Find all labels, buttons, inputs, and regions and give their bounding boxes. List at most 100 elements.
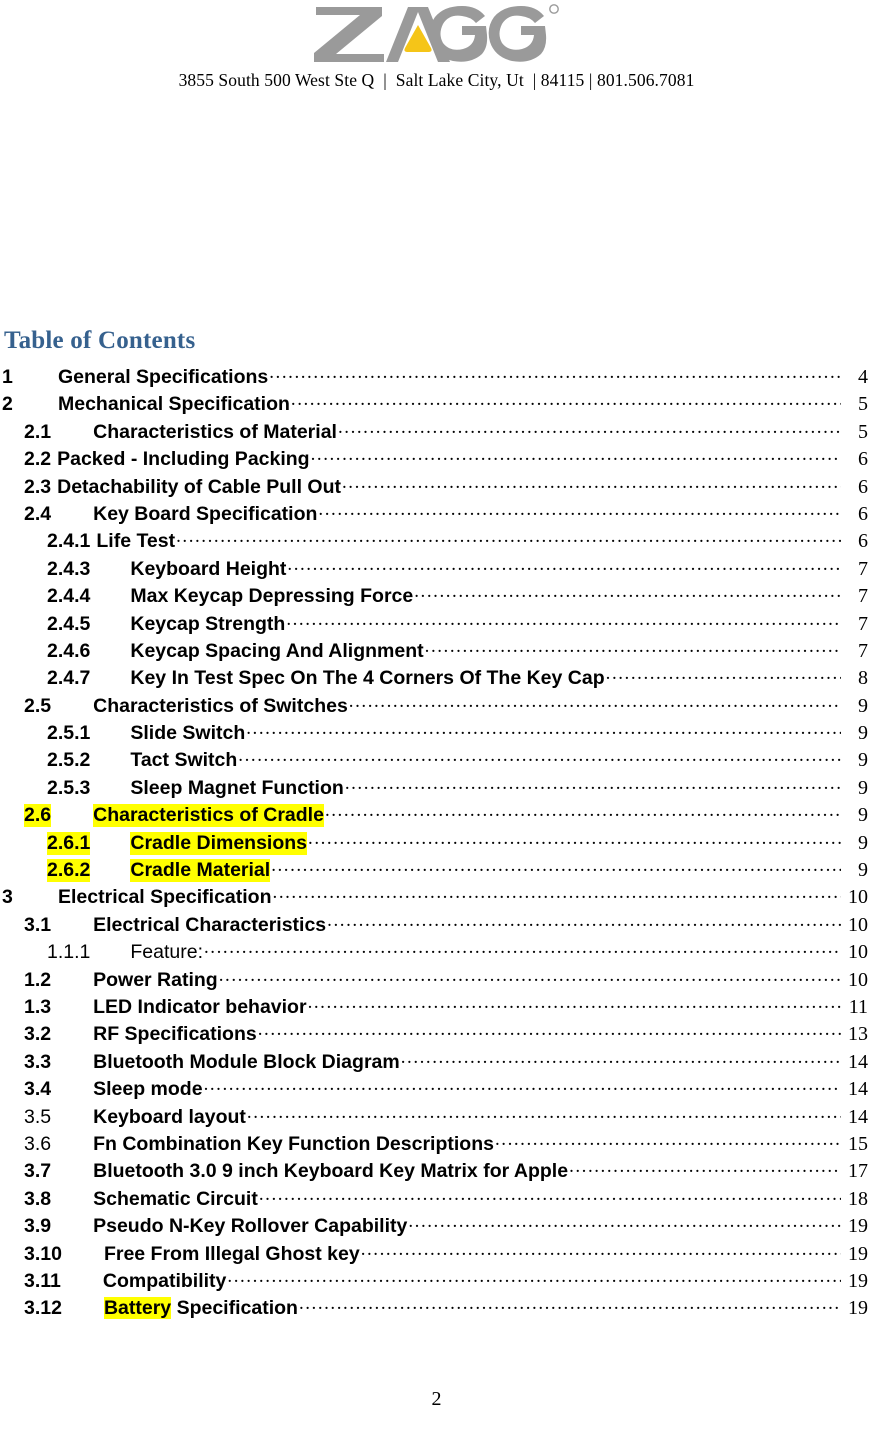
toc-dot-leader <box>299 1295 841 1314</box>
toc-entry[interactable]: 3.10 Free From Illegal Ghost key 19 <box>0 1241 873 1268</box>
toc-dot-leader <box>176 528 841 547</box>
toc-entry-number: 3.6 <box>24 1132 52 1155</box>
toc-entry[interactable]: 2.4.4 Max Keycap Depressing Force 7 <box>0 583 873 610</box>
toc-entry-title: Keycap Spacing And Alignment <box>130 639 424 662</box>
toc-dot-leader <box>308 830 841 849</box>
toc-entry[interactable]: 2.2Packed - Including Packing 6 <box>0 446 873 473</box>
toc-entry-page: 8 <box>858 667 868 690</box>
toc-entry[interactable]: 2.3Detachability of Cable Pull Out 6 <box>0 474 873 501</box>
toc-entry-title: Feature: <box>130 941 203 964</box>
toc-entry[interactable]: 3.1 Electrical Characteristics 10 <box>0 912 873 939</box>
toc-entry-page: 19 <box>848 1269 868 1292</box>
toc-entry-title: Keycap Strength <box>130 612 286 635</box>
toc-entry[interactable]: 3.4 Sleep mode 14 <box>0 1076 873 1103</box>
toc-entry[interactable]: 2.1 Characteristics of Material 5 <box>0 419 873 446</box>
toc-entry[interactable]: 1.1.1 Feature: 10 <box>0 939 873 966</box>
toc-dot-leader <box>495 1131 841 1150</box>
toc-entry-title: Detachability of Cable Pull Out <box>57 475 341 498</box>
toc-entry[interactable]: 2.4.5 Keycap Strength 7 <box>0 611 873 638</box>
toc-entry-page: 6 <box>858 502 868 525</box>
toc-entry-number: 3.7 <box>24 1160 52 1183</box>
toc-entry-number: 2.3 <box>24 475 52 498</box>
toc-entry[interactable]: 2.5.3 Sleep Magnet Function 9 <box>0 775 873 802</box>
toc-dot-leader <box>204 939 841 958</box>
toc-entry[interactable]: 2 Mechanical Specification 5 <box>0 391 873 418</box>
toc-dot-leader <box>349 693 841 712</box>
toc-entry[interactable]: 1 General Specifications 4 <box>0 364 873 391</box>
toc-entry-number: 2.4.7 <box>47 667 91 690</box>
toc-entry[interactable]: 2.4 Key Board Specification 6 <box>0 501 873 528</box>
toc-entry-page: 6 <box>858 530 868 553</box>
toc-dot-leader <box>361 1241 841 1260</box>
toc-entry-number: 2.1 <box>24 420 52 443</box>
toc-entry-title: Cradle Material <box>130 859 271 883</box>
toc-dot-leader <box>414 583 841 602</box>
toc-entry-title-highlight: Battery <box>103 1297 172 1320</box>
toc-entry[interactable]: 2.5.2 Tact Switch 9 <box>0 747 873 774</box>
toc-entry-page: 7 <box>858 585 868 608</box>
toc-entry[interactable]: 3.3 Bluetooth Module Block Diagram 14 <box>0 1049 873 1076</box>
toc-entry[interactable]: 3.8 Schematic Circuit 18 <box>0 1186 873 1213</box>
toc-entry[interactable]: 2.4.3 Keyboard Height 7 <box>0 556 873 583</box>
toc-dot-leader <box>308 994 841 1013</box>
toc-entry-title: Battery Specification <box>103 1297 298 1320</box>
toc-entry[interactable]: 3 Electrical Specification 10 <box>0 884 873 911</box>
toc-entry-page: 10 <box>848 968 868 991</box>
toc-entry[interactable]: 3.6 Fn Combination Key Function Descripti… <box>0 1131 873 1158</box>
toc-entry-page: 13 <box>848 1023 868 1046</box>
toc-dot-leader <box>425 638 841 657</box>
toc-entry[interactable]: 2.4.6 Keycap Spacing And Alignment 7 <box>0 638 873 665</box>
toc-entry[interactable]: 2.4.1Life Test 6 <box>0 528 873 555</box>
toc-entry[interactable]: 2.6 Characteristics of Cradle 9 <box>0 802 873 829</box>
toc-dot-leader <box>318 501 841 520</box>
zagg-logo-icon <box>313 4 559 62</box>
toc-entry[interactable]: 2.6.1 Cradle Dimensions 9 <box>0 830 873 857</box>
toc-entry-number: 3.9 <box>24 1215 52 1238</box>
toc-entry-number: 2.4.3 <box>47 557 91 580</box>
toc-entry-title: Mechanical Specification <box>58 393 290 416</box>
toc-entry-number: 2.4.6 <box>47 639 91 662</box>
toc-entry-title: General Specifications <box>58 366 269 388</box>
toc-entry-page: 11 <box>848 995 868 1018</box>
toc-entry-page: 10 <box>848 886 868 909</box>
toc-entry-page: 6 <box>858 475 868 498</box>
toc-entry[interactable]: 3.5 Keyboard layout 14 <box>0 1104 873 1131</box>
toc-entry[interactable]: 3.11 Compatibility 19 <box>0 1268 873 1295</box>
toc-entry-title: Sleep Magnet Function <box>130 776 344 799</box>
toc-entry-page: 15 <box>848 1132 868 1155</box>
toc-entry-page: 18 <box>848 1187 868 1210</box>
toc-entry-number: 3 <box>2 886 13 909</box>
toc-entry[interactable]: 2.6.2 Cradle Material 9 <box>0 857 873 884</box>
toc-entry-title: Power Rating <box>93 968 218 991</box>
toc-entry-number: 2.4 <box>24 502 52 525</box>
toc-entry-title: Fn Combination Key Function Descriptions <box>93 1132 494 1155</box>
toc-entry[interactable]: 3.12 Battery Specification 19 <box>0 1295 873 1322</box>
toc-entry-title: Max Keycap Depressing Force <box>130 585 414 608</box>
toc-entry[interactable]: 1.3 LED Indicator behavior 11 <box>0 994 873 1021</box>
toc-entry-page: 10 <box>848 913 868 936</box>
toc-entry[interactable]: 2.5 Characteristics of Switches 9 <box>0 693 873 720</box>
toc-entry[interactable]: 3.2 RF Specifications 13 <box>0 1021 873 1048</box>
toc-dot-leader <box>273 884 841 903</box>
toc-entry[interactable]: 3.7 Bluetooth 3.0 9 inch Keyboard Key Mat… <box>0 1158 873 1185</box>
toc-dot-leader <box>327 912 841 931</box>
toc-entry-number: 3.12 <box>24 1297 62 1320</box>
toc-entry[interactable]: 2.5.1 Slide Switch 9 <box>0 720 873 747</box>
toc-dot-leader <box>247 1104 841 1123</box>
toc-entry-number: 3.1 <box>24 913 52 936</box>
toc-entry-title: Key In Test Spec On The 4 Corners Of The… <box>130 667 605 690</box>
toc-dot-leader <box>259 1186 841 1205</box>
toc-entry-title: Schematic Circuit <box>93 1187 258 1210</box>
toc-entry-title: Sleep mode <box>93 1078 203 1101</box>
toc-entry-page: 4 <box>858 366 868 388</box>
toc-dot-leader <box>338 419 841 438</box>
toc-entry[interactable]: 2.4.7 Key In Test Spec On The 4 Corners O… <box>0 665 873 692</box>
toc-entry[interactable]: 3.9 Pseudo N-Key Rollover Capability 19 <box>0 1213 873 1240</box>
toc-entry[interactable]: 1.2 Power Rating 10 <box>0 967 873 994</box>
toc-entry-title: Keyboard Height <box>130 557 287 580</box>
toc-entry-number: 2.5.3 <box>47 776 91 799</box>
toc-entry-number: 3.11 <box>24 1269 61 1292</box>
toc-dot-leader <box>269 364 841 383</box>
toc-entry-page: 9 <box>858 722 868 745</box>
toc-entry-page: 9 <box>858 776 868 799</box>
